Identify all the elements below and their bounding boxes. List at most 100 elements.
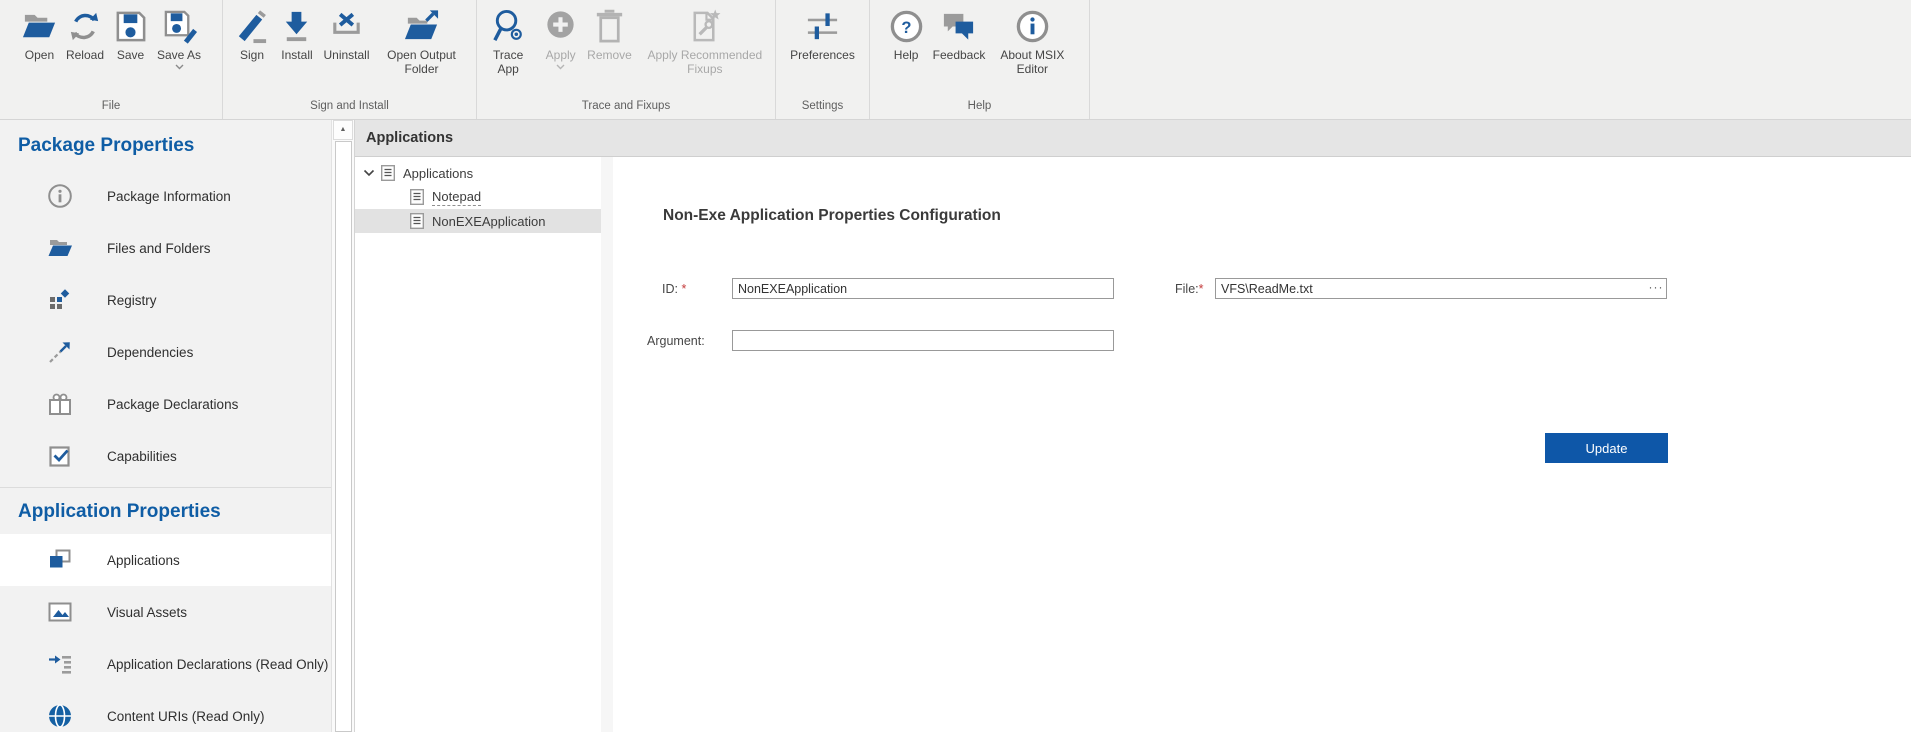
open-button[interactable]: Open [18, 7, 61, 63]
button-label: Trace App [482, 48, 534, 76]
button-label: Remove [587, 48, 632, 62]
fixups-icon [686, 8, 723, 45]
sidebar-section-application-properties: Application Properties Applications Visu… [0, 487, 331, 732]
tree-item-label: Notepad [432, 189, 481, 206]
applications-tree: Applications Notepad NonEXEApplication [355, 157, 601, 732]
file-field-label: File:* [1175, 282, 1204, 296]
tree-item-label: Applications [403, 166, 473, 181]
apply-icon [542, 8, 579, 45]
sidebar-item-label: Content URIs (Read Only) [107, 709, 265, 724]
save-button[interactable]: Save [109, 7, 152, 63]
sidebar-item-files-and-folders[interactable]: Files and Folders [0, 222, 331, 274]
document-icon [410, 213, 424, 229]
id-input[interactable] [732, 278, 1114, 299]
button-label: Install [281, 48, 312, 62]
ribbon-group-label: Trace and Fixups [477, 96, 775, 119]
sidebar-item-label: Registry [107, 293, 157, 308]
button-label: Save As [157, 48, 201, 62]
sidebar-item-registry[interactable]: Registry [0, 274, 331, 326]
triangle-up-icon: ▲ [340, 126, 347, 133]
sidebar-item-label: Capabilities [107, 449, 177, 464]
about-msix-editor-button[interactable]: About MSIX Editor [990, 7, 1074, 77]
install-button[interactable]: Install [275, 7, 318, 63]
apply-button[interactable]: Apply [539, 7, 582, 71]
ribbon-group-file: Open Reload Save Save As File [0, 0, 223, 119]
ribbon-group-help: ? Help Feedback About MSIX Editor Help [870, 0, 1090, 119]
button-label: Save [117, 48, 144, 62]
button-label: Apply [546, 48, 576, 62]
save-as-button[interactable]: Save As [154, 7, 204, 71]
tree-item-applications[interactable]: Applications [355, 161, 601, 185]
scroll-up-button[interactable]: ▲ [333, 120, 353, 140]
sidebar-item-label: Dependencies [107, 345, 193, 360]
sidebar-item-applications[interactable]: Applications [0, 534, 331, 586]
open-output-folder-icon [403, 8, 440, 45]
ribbon-group-label: Sign and Install [223, 96, 476, 119]
tree-item-label: NonEXEApplication [432, 214, 545, 229]
tree-item-nonexeapplication[interactable]: NonEXEApplication [355, 209, 601, 233]
msix-editor-window: Open Reload Save Save As File [0, 0, 1911, 732]
sidebar-item-capabilities[interactable]: Capabilities [0, 430, 331, 482]
sidebar-item-package-declarations[interactable]: Package Declarations [0, 378, 331, 430]
uninstall-button[interactable]: Uninstall [320, 7, 372, 63]
remove-icon [591, 8, 628, 45]
page-title-bar: Applications [355, 120, 1911, 157]
trace-app-icon [490, 8, 527, 45]
visual-assets-icon [47, 599, 73, 625]
required-marker: * [678, 282, 686, 296]
feedback-icon [940, 8, 977, 45]
update-button[interactable]: Update [1545, 433, 1668, 463]
sidebar-item-package-information[interactable]: Package Information [0, 170, 331, 222]
svg-text:?: ? [901, 18, 911, 37]
globe-icon [47, 703, 73, 729]
sidebar-item-label: Package Information [107, 189, 231, 204]
button-label: About MSIX Editor [993, 48, 1071, 76]
apply-recommended-fixups-button[interactable]: Apply Recommended Fixups [637, 7, 773, 77]
chevron-down-icon [175, 64, 184, 70]
open-icon [21, 8, 58, 45]
sidebar-scrollbar[interactable]: ▲ [331, 120, 354, 732]
sidebar-item-label: Application Declarations (Read Only) [107, 657, 328, 672]
button-label: Feedback [933, 48, 986, 62]
sign-button[interactable]: Sign [230, 7, 273, 63]
remove-button[interactable]: Remove [584, 7, 635, 63]
application-properties-form: Non-Exe Application Properties Configura… [613, 157, 1911, 732]
sidebar-item-content-uris[interactable]: Content URIs (Read Only) [0, 690, 331, 732]
trace-app-button[interactable]: Trace App [479, 7, 537, 77]
browse-file-button[interactable]: ··· [1647, 279, 1665, 298]
scrollbar-thumb[interactable] [335, 141, 352, 732]
file-input[interactable] [1215, 278, 1667, 299]
sidebar-section-title: Package Properties [0, 120, 331, 170]
reload-button[interactable]: Reload [63, 7, 107, 63]
help-icon: ? [888, 8, 925, 45]
document-icon [410, 189, 424, 205]
tree-splitter[interactable] [601, 157, 613, 732]
required-marker: * [1199, 282, 1204, 296]
button-label: Open Output Folder [378, 48, 466, 76]
button-label: Open [25, 48, 54, 62]
document-icon [381, 165, 395, 181]
sidebar-item-application-declarations[interactable]: Application Declarations (Read Only) [0, 638, 331, 690]
form-title: Non-Exe Application Properties Configura… [663, 207, 1001, 225]
help-button[interactable]: ? Help [885, 7, 928, 63]
navigation-sidebar: Package Properties Package Information F… [0, 120, 331, 732]
feedback-button[interactable]: Feedback [930, 7, 989, 63]
button-label: Uninstall [323, 48, 369, 62]
dependencies-icon [47, 339, 73, 365]
sidebar-item-visual-assets[interactable]: Visual Assets [0, 586, 331, 638]
tree-item-notepad[interactable]: Notepad [355, 185, 601, 209]
chevron-down-icon[interactable] [363, 169, 375, 177]
preferences-icon [804, 8, 841, 45]
button-label: Apply Recommended Fixups [640, 48, 770, 76]
sidebar-item-dependencies[interactable]: Dependencies [0, 326, 331, 378]
sidebar-item-label: Files and Folders [107, 241, 211, 256]
sidebar-item-label: Package Declarations [107, 397, 238, 412]
ribbon-group-label: Help [870, 96, 1089, 119]
about-icon [1014, 8, 1051, 45]
open-output-folder-button[interactable]: Open Output Folder [375, 7, 469, 77]
preferences-button[interactable]: Preferences [787, 7, 858, 63]
package-declarations-icon [47, 391, 73, 417]
button-label: Reload [66, 48, 104, 62]
sign-icon [233, 8, 270, 45]
argument-input[interactable] [732, 330, 1114, 351]
